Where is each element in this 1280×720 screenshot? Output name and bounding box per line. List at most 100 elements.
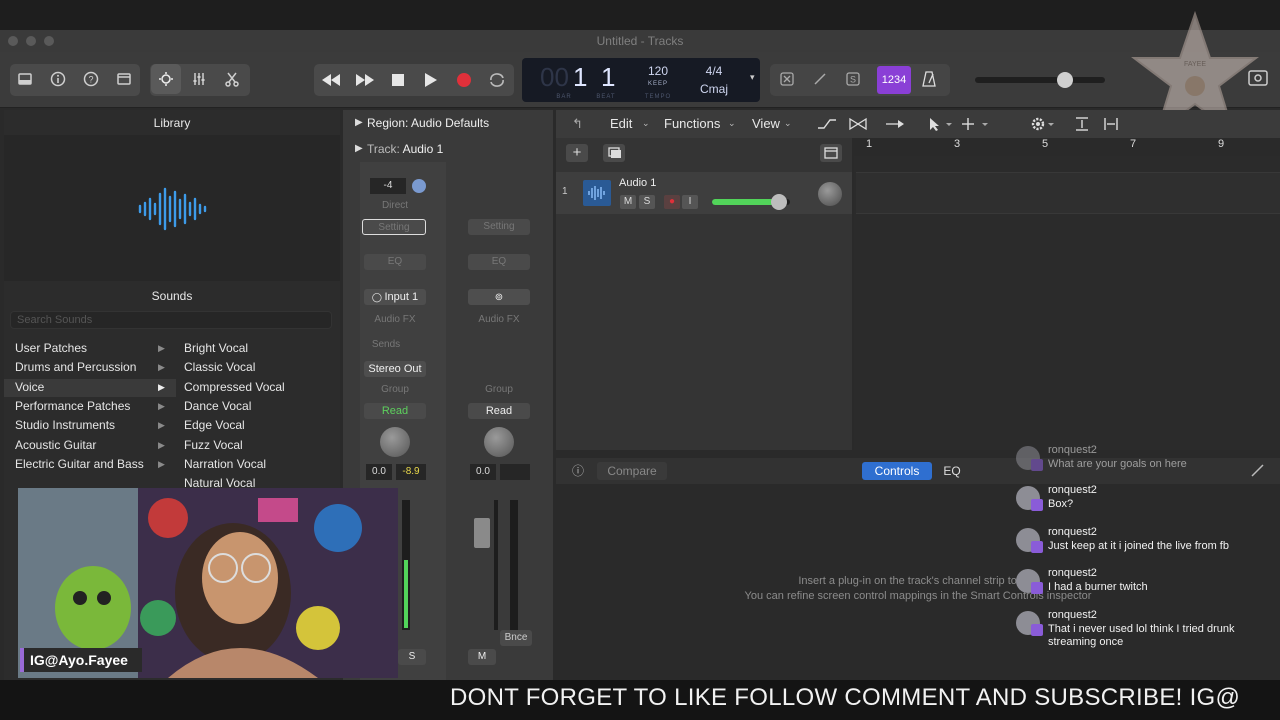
library-patch-item[interactable]: Narration Vocal	[184, 457, 266, 471]
setting-button-1[interactable]: Setting	[362, 219, 426, 235]
rewind-button[interactable]	[318, 68, 344, 92]
inspector-button[interactable]	[43, 64, 73, 94]
chat-username: ronquest2	[1048, 567, 1097, 579]
master-volume-thumb[interactable]	[1057, 72, 1073, 88]
play-button[interactable]	[418, 68, 444, 92]
chat-text: What are your goals on here	[1048, 458, 1187, 470]
solo-button-strip[interactable]: S	[398, 649, 426, 665]
library-icon	[18, 73, 32, 85]
lcd-beat-label: BEAT	[596, 94, 616, 100]
audio-fx-slot-2[interactable]: Audio FX	[468, 312, 530, 328]
automation-mode-2[interactable]: Read	[468, 403, 530, 419]
volume-fader-track-2	[494, 500, 498, 630]
fast-forward-button[interactable]	[352, 68, 378, 92]
timeline-track-lane[interactable]	[856, 172, 1280, 214]
controls-tab[interactable]: Controls	[862, 462, 932, 480]
sends-slot[interactable]: Sends	[364, 337, 408, 353]
library-category-label: Acoustic Guitar	[15, 437, 97, 452]
stop-button[interactable]	[385, 68, 411, 92]
eq-tab[interactable]: EQ	[936, 462, 968, 480]
global-tracks-button[interactable]	[820, 144, 842, 162]
library-patch-item[interactable]: Edge Vocal	[184, 418, 245, 432]
group-slot-1[interactable]: Group	[364, 382, 426, 398]
track-solo-button[interactable]: S	[639, 195, 655, 209]
master-volume-slider[interactable]	[975, 77, 1105, 83]
count-in-button[interactable]: 1234	[877, 66, 911, 94]
sounds-search-input[interactable]: Search Sounds	[10, 311, 332, 329]
gain-value[interactable]: -4	[370, 178, 406, 194]
track-disclosure-icon[interactable]: ▶	[355, 143, 363, 154]
vertical-zoom-icon[interactable]	[1074, 116, 1090, 132]
eq-slot-1[interactable]: EQ	[364, 254, 426, 270]
library-patch-item[interactable]: Fuzz Vocal	[184, 438, 243, 452]
banner-text: DONT FORGET TO LIKE FOLLOW COMMENT AND S…	[450, 684, 1241, 711]
smart-controls-button[interactable]	[151, 64, 181, 94]
twitch-badge-icon	[1031, 582, 1043, 594]
track-icon[interactable]	[583, 180, 611, 206]
library-patch-item[interactable]: Dance Vocal	[184, 399, 251, 413]
volume-fader-2[interactable]	[474, 518, 490, 548]
horizontal-zoom-icon[interactable]	[1103, 116, 1119, 132]
menu-edit[interactable]: Edit	[610, 116, 632, 131]
input-slot[interactable]: ◯ Input 1	[364, 289, 426, 305]
track-pan-knob[interactable]	[818, 182, 842, 206]
menu-view[interactable]: View	[752, 116, 780, 131]
replace-icon	[780, 72, 794, 86]
track-mute-button[interactable]: M	[620, 195, 636, 209]
lcd-tempo-sub: TEMPO	[644, 94, 672, 100]
svg-text:?: ?	[88, 75, 93, 85]
track-record-button[interactable]: ●	[664, 195, 680, 209]
library-patch-item[interactable]: Compressed Vocal	[184, 380, 285, 394]
sounds-title: Sounds	[151, 289, 193, 303]
peak-value-2	[500, 464, 530, 480]
chevron-right-icon: ▶	[158, 420, 165, 431]
library-button[interactable]	[10, 64, 40, 94]
flex-icon[interactable]	[848, 116, 868, 132]
track-volume-fill	[712, 199, 774, 205]
pan-knob-2[interactable]	[484, 427, 514, 457]
pointer-tool-icon[interactable]	[926, 116, 954, 132]
lcd-beat: 1	[601, 62, 616, 92]
metronome-button[interactable]	[914, 64, 944, 94]
group-slot-2[interactable]: Group	[468, 382, 530, 398]
library-patch-item[interactable]: Bright Vocal	[184, 341, 248, 355]
track-name[interactable]: Audio 1	[619, 177, 656, 189]
pan-knob-1[interactable]	[380, 427, 410, 457]
bar-ruler[interactable]	[854, 138, 1280, 156]
gear-icon[interactable]	[1030, 116, 1058, 132]
catch-icon[interactable]	[884, 116, 906, 132]
svg-text:S: S	[850, 75, 856, 85]
region-disclosure-icon[interactable]: ▶	[355, 117, 363, 128]
solo-mode-button[interactable]: S	[838, 64, 868, 94]
audio-fx-slot-1[interactable]: Audio FX	[364, 312, 426, 328]
lcd-dropdown-icon[interactable]: ▾	[750, 72, 755, 83]
link-slot[interactable]: ⊚	[468, 289, 530, 305]
record-button[interactable]	[451, 68, 477, 92]
bounce-button[interactable]: Bnce	[500, 630, 532, 646]
tuner-button[interactable]	[805, 64, 835, 94]
library-patch-item[interactable]: Classic Vocal	[184, 360, 255, 374]
quick-help-button[interactable]: ?	[76, 64, 106, 94]
editors-button[interactable]	[217, 64, 247, 94]
compare-button[interactable]: Compare	[597, 462, 667, 480]
eq-slot-2[interactable]: EQ	[468, 254, 530, 270]
mixer-button[interactable]	[184, 64, 214, 94]
back-arrow-icon[interactable]: ↰	[572, 116, 583, 132]
duplicate-track-button[interactable]	[603, 144, 625, 162]
output-slot[interactable]: Stereo Out	[364, 361, 426, 377]
track-volume-thumb[interactable]	[771, 194, 787, 210]
toolbar-toggle-button[interactable]	[109, 64, 139, 94]
mute-button-strip[interactable]: M	[468, 649, 496, 665]
automation-icon[interactable]	[816, 116, 842, 132]
pencil-tool-icon[interactable]	[960, 116, 990, 132]
track-input-monitor-button[interactable]: I	[682, 195, 698, 209]
cycle-button[interactable]	[484, 68, 510, 92]
setting-button-2[interactable]: Setting	[468, 219, 530, 235]
track-label: Track: Audio 1	[367, 142, 443, 156]
add-track-button[interactable]: +	[566, 144, 588, 162]
automation-mode-1[interactable]: Read	[364, 403, 426, 419]
replace-button[interactable]	[772, 64, 802, 94]
menu-functions[interactable]: Functions	[664, 116, 720, 131]
gain-knob[interactable]	[412, 179, 426, 193]
smart-info-icon[interactable]: ⓘ	[568, 462, 588, 480]
